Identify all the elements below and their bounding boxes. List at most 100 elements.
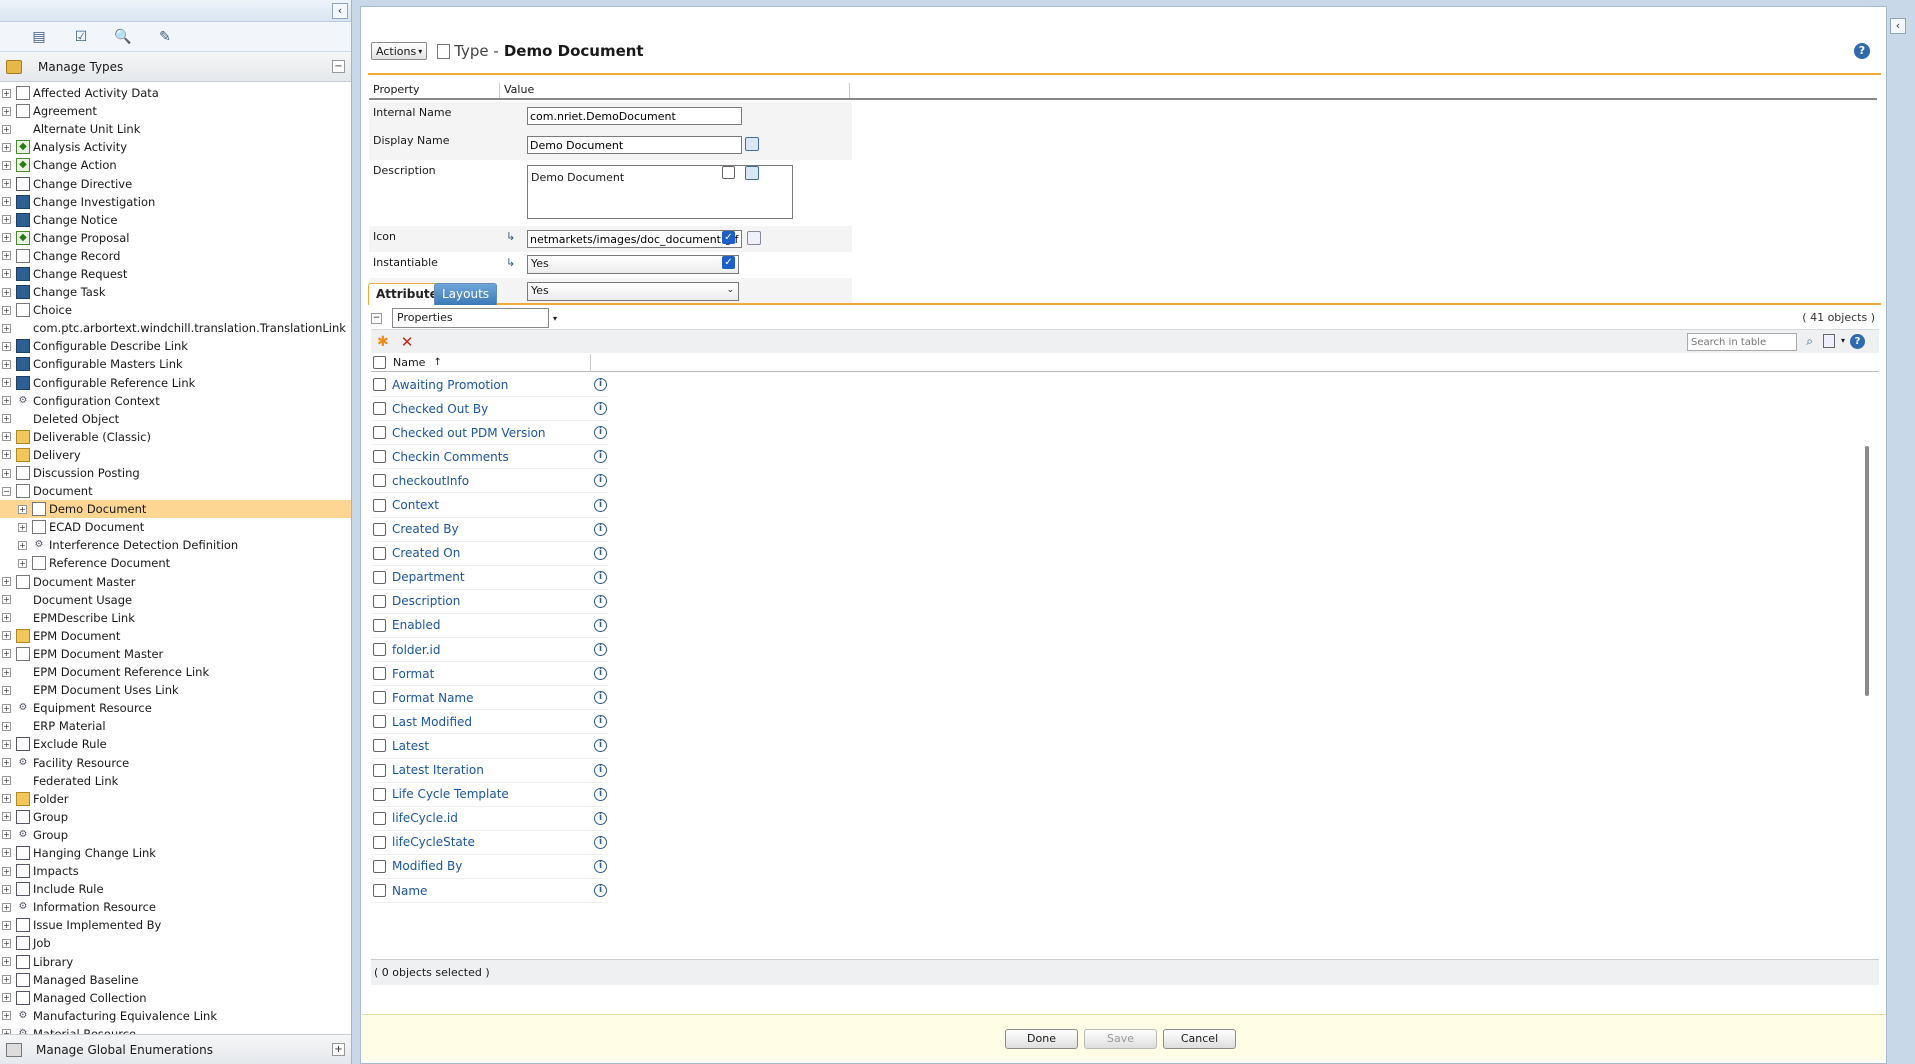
tree-item[interactable]: + Managed Baseline: [0, 971, 351, 989]
manage-types-header[interactable]: Manage Types −: [0, 52, 351, 82]
expand-node-icon[interactable]: +: [2, 106, 11, 116]
attribute-name-link[interactable]: Department: [392, 570, 465, 584]
tree-item[interactable]: + Library: [0, 953, 351, 971]
expand-node-icon[interactable]: +: [2, 269, 11, 279]
collapse-table-button[interactable]: −: [371, 312, 382, 324]
search-in-table-input[interactable]: [1687, 333, 1797, 351]
tree-item[interactable]: + ⚙ Configuration Context: [0, 392, 351, 410]
localize-icon[interactable]: [745, 137, 759, 151]
expand-node-icon[interactable]: +: [2, 667, 11, 677]
attribute-name-link[interactable]: Modified By: [392, 859, 462, 873]
expand-node-icon[interactable]: +: [2, 414, 11, 424]
attribute-name-link[interactable]: Checkin Comments: [392, 450, 509, 464]
tree-item[interactable]: + ECAD Document: [0, 518, 351, 536]
actions-menu-button[interactable]: Actions ▾: [371, 42, 428, 60]
info-icon[interactable]: i: [594, 859, 607, 873]
expand-node-icon[interactable]: +: [2, 88, 11, 98]
info-icon[interactable]: i: [594, 643, 607, 657]
info-icon[interactable]: i: [594, 594, 607, 608]
info-icon[interactable]: i: [594, 426, 607, 440]
manage-global-enumerations-header[interactable]: Manage Global Enumerations +: [0, 1034, 351, 1064]
attribute-name-link[interactable]: Last Modified: [392, 715, 472, 729]
tree-item[interactable]: + ◆ Change Action: [0, 156, 351, 174]
expand-node-icon[interactable]: +: [2, 703, 11, 713]
cancel-button[interactable]: Cancel: [1163, 1029, 1236, 1049]
row-checkbox[interactable]: [373, 787, 386, 801]
tree-item[interactable]: + Group: [0, 808, 351, 826]
attribute-name-link[interactable]: checkoutInfo: [392, 474, 469, 488]
tree-item[interactable]: + ⚙ Manufacturing Equivalence Link: [0, 1007, 351, 1025]
attribute-name-link[interactable]: Format: [392, 667, 434, 681]
expand-node-icon[interactable]: +: [2, 468, 11, 478]
tree-item[interactable]: + ⚙ Information Resource: [0, 898, 351, 916]
expand-node-icon[interactable]: +: [2, 975, 11, 985]
row-checkbox[interactable]: [373, 811, 386, 825]
tree-item[interactable]: + Change Record: [0, 247, 351, 265]
expand-node-icon[interactable]: +: [2, 649, 11, 659]
attribute-name-link[interactable]: Checked out PDM Version: [392, 426, 546, 440]
tree-item[interactable]: + Folder: [0, 790, 351, 808]
row-checkbox[interactable]: [373, 859, 386, 873]
tree-item[interactable]: + Configurable Reference Link: [0, 374, 351, 392]
tree-item[interactable]: + Affected Activity Data: [0, 84, 351, 102]
tree-item[interactable]: + Configurable Masters Link: [0, 355, 351, 373]
tree-item[interactable]: + Document Usage: [0, 591, 351, 609]
attribute-name-link[interactable]: Awaiting Promotion: [392, 378, 508, 392]
row-checkbox[interactable]: [373, 691, 386, 705]
info-icon[interactable]: i: [594, 546, 607, 560]
column-header-name[interactable]: Name ↑: [371, 353, 591, 372]
expand-node-icon[interactable]: +: [2, 359, 11, 369]
attribute-name-link[interactable]: Context: [392, 498, 439, 512]
info-icon[interactable]: i: [594, 474, 607, 488]
expand-node-icon[interactable]: +: [2, 848, 11, 858]
row-checkbox[interactable]: [373, 594, 386, 608]
expand-node-icon[interactable]: +: [2, 577, 11, 587]
browse-icon[interactable]: [747, 231, 761, 245]
info-icon[interactable]: i: [594, 739, 607, 753]
tree-item[interactable]: + Deleted Object: [0, 410, 351, 428]
expand-node-icon[interactable]: +: [2, 251, 11, 261]
tree-item[interactable]: + Delivery: [0, 446, 351, 464]
row-checkbox[interactable]: [373, 378, 386, 392]
expand-node-icon[interactable]: +: [2, 631, 11, 641]
attributes-scrollbar[interactable]: [1865, 446, 1869, 696]
tree-item[interactable]: + ⚙ Interference Detection Definition: [0, 536, 351, 554]
attribute-name-link[interactable]: Format Name: [392, 691, 474, 705]
row-checkbox[interactable]: [373, 618, 386, 632]
expand-node-icon[interactable]: +: [2, 812, 11, 822]
tree-item[interactable]: − Document: [0, 482, 351, 500]
save-button[interactable]: Save: [1084, 1029, 1157, 1049]
row-checkbox[interactable]: [373, 884, 386, 898]
tree-item[interactable]: + Choice: [0, 301, 351, 319]
tree-item[interactable]: + Change Task: [0, 283, 351, 301]
tree-item[interactable]: + Change Notice: [0, 211, 351, 229]
icon-path-input[interactable]: [527, 230, 742, 248]
tree-item[interactable]: + Reference Document: [0, 554, 351, 572]
checklist-icon[interactable]: ☑: [72, 28, 90, 46]
tree-item[interactable]: + Exclude Rule: [0, 735, 351, 753]
description-inherit-checkbox[interactable]: [722, 166, 735, 179]
expand-node-icon[interactable]: +: [2, 920, 11, 930]
tree-item[interactable]: + Deliverable (Classic): [0, 428, 351, 446]
new-attribute-icon[interactable]: ✱: [377, 334, 389, 350]
expand-node-icon[interactable]: +: [2, 396, 11, 406]
expand-node-icon[interactable]: +: [18, 504, 27, 514]
expand-node-icon[interactable]: +: [2, 758, 11, 768]
done-button[interactable]: Done: [1005, 1029, 1078, 1049]
columns-icon[interactable]: [1823, 334, 1835, 348]
attribute-name-link[interactable]: Created On: [392, 546, 460, 560]
info-icon[interactable]: i: [594, 835, 607, 849]
list-view-icon[interactable]: ▤: [30, 28, 48, 46]
tree-item[interactable]: + Alternate Unit Link: [0, 120, 351, 138]
tree-item[interactable]: + Configurable Describe Link: [0, 337, 351, 355]
expand-node-icon[interactable]: +: [2, 124, 11, 134]
expand-node-icon[interactable]: +: [2, 613, 11, 623]
expand-node-icon[interactable]: +: [18, 522, 27, 532]
attribute-name-link[interactable]: Created By: [392, 522, 459, 536]
localize-icon[interactable]: [745, 166, 759, 180]
tree-item[interactable]: + com.ptc.arbortext.windchill.translation…: [0, 319, 351, 337]
expand-node-icon[interactable]: +: [2, 830, 11, 840]
row-checkbox[interactable]: [373, 835, 386, 849]
expand-node-icon[interactable]: +: [2, 287, 11, 297]
row-checkbox[interactable]: [373, 763, 386, 777]
